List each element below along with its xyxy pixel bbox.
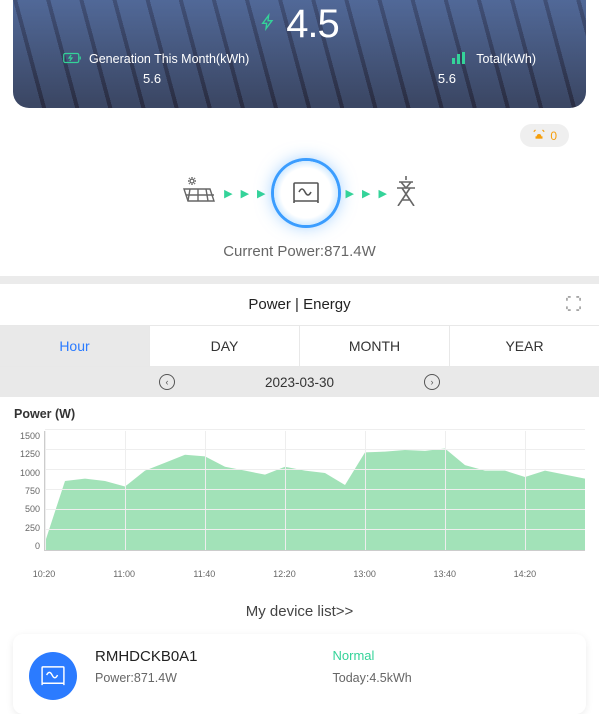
- chart-yaxis: 1500125010007505002500: [14, 431, 44, 551]
- expand-icon[interactable]: [566, 296, 581, 315]
- current-power-label: Current Power:871.4W: [0, 243, 599, 260]
- inverter-node[interactable]: [274, 161, 338, 225]
- time-range-tabs: Hour DAY MONTH YEAR: [0, 326, 599, 367]
- date-prev-button[interactable]: ‹: [159, 374, 175, 390]
- power-chart: Power (W) 1500125010007505002500 10:2011…: [0, 397, 599, 581]
- alarm-count: 0: [550, 129, 557, 143]
- power-flow: ▶ ▶ ▶ ▶ ▶ ▶: [0, 161, 599, 225]
- flow-arrow-icon: ▶: [378, 187, 386, 200]
- total-label: Total(kWh): [476, 52, 536, 66]
- device-status: Normal: [333, 648, 571, 665]
- grid-tower-icon: [395, 176, 417, 211]
- date-next-button[interactable]: ›: [424, 374, 440, 390]
- bolt-icon: [260, 12, 276, 37]
- date-display[interactable]: 2023-03-30: [265, 375, 334, 390]
- hero-main-value: 4.5: [286, 2, 339, 47]
- device-list-link[interactable]: My device list>>: [0, 603, 599, 620]
- total-value: 5.6: [438, 71, 456, 86]
- chart-ylabel: Power (W): [14, 407, 585, 421]
- section-title: Power | Energy: [248, 296, 350, 313]
- flow-arrow-icon: ▶: [346, 187, 354, 200]
- alarm-icon: [532, 128, 546, 143]
- gen-month-label: Generation This Month(kWh): [89, 52, 249, 66]
- tab-month[interactable]: MONTH: [300, 326, 450, 366]
- device-name: RMHDCKB0A1: [95, 648, 333, 665]
- device-today: Today:4.5kWh: [333, 671, 571, 685]
- tab-hour[interactable]: Hour: [0, 326, 150, 366]
- device-icon: [29, 652, 77, 700]
- alarm-pill[interactable]: 0: [520, 124, 569, 147]
- device-card[interactable]: RMHDCKB0A1 Normal Power:871.4W Today:4.5…: [13, 634, 586, 714]
- device-power: Power:871.4W: [95, 671, 333, 685]
- flow-arrow-icon: ▶: [257, 187, 265, 200]
- flow-arrow-icon: ▶: [241, 187, 249, 200]
- chart-xaxis: 10:2011:0011:4012:2013:0013:4014:20: [44, 569, 585, 581]
- flow-arrow-icon: ▶: [224, 187, 232, 200]
- battery-icon: [63, 51, 81, 67]
- chart-plotarea[interactable]: [44, 431, 585, 551]
- barchart-icon: [452, 51, 468, 67]
- divider: [0, 276, 599, 284]
- tab-year[interactable]: YEAR: [450, 326, 599, 366]
- hero-card: 4.5 Generation This Month(kWh) Total(kWh…: [13, 0, 586, 108]
- tab-day[interactable]: DAY: [150, 326, 300, 366]
- solar-panel-icon: [182, 177, 216, 210]
- gen-month-value: 5.6: [143, 71, 161, 86]
- flow-arrow-icon: ▶: [362, 187, 370, 200]
